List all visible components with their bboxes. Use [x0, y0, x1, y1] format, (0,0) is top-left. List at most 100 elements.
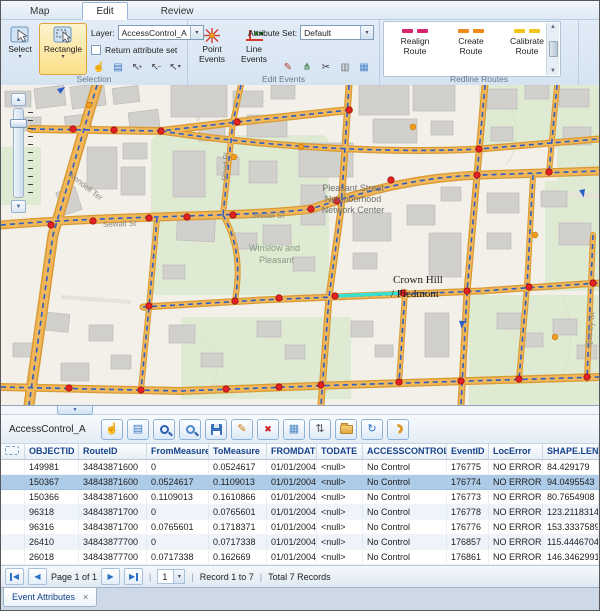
- table-cell[interactable]: 34843871700: [79, 520, 147, 534]
- chevron-down-icon[interactable]: ▾: [360, 26, 373, 39]
- table-cell[interactable]: <null>: [317, 490, 363, 504]
- table-cell[interactable]: 153.3337589: [543, 520, 599, 534]
- table-cell[interactable]: 96318: [25, 505, 79, 519]
- table-cell[interactable]: 01/01/2004: [267, 460, 317, 474]
- attribute-set-combobox[interactable]: Default ▾: [300, 25, 374, 40]
- map-canvas[interactable]: Wendell Ter Reed Pl Sewall St Sewall St …: [1, 85, 599, 405]
- point-events-button[interactable]: Point Events: [192, 23, 232, 75]
- column-header-FROMDATE[interactable]: FROMDATE: [267, 444, 317, 459]
- attributes-form-icon[interactable]: ▥: [337, 60, 353, 75]
- table-cell[interactable]: NO ERROR: [489, 550, 543, 564]
- column-header-TODATE[interactable]: TODATE: [317, 444, 363, 459]
- table-cell[interactable]: 0: [147, 460, 209, 474]
- table-cell[interactable]: [1, 550, 25, 564]
- table-cell[interactable]: NO ERROR: [489, 505, 543, 519]
- previous-page-button[interactable]: ◀: [28, 568, 47, 585]
- table-cell[interactable]: 176775: [447, 460, 489, 474]
- table-row[interactable]: 1499813484387160000.052461701/01/2004<nu…: [1, 460, 599, 475]
- table-cell[interactable]: 176778: [447, 505, 489, 519]
- table-cell[interactable]: [1, 460, 25, 474]
- table-cell[interactable]: 01/01/2004: [267, 550, 317, 564]
- zoom-slider-handle[interactable]: [10, 119, 27, 128]
- table-cell[interactable]: 94.0495543: [543, 475, 599, 489]
- table-row[interactable]: 96316348438717000.07656010.171837101/01/…: [1, 520, 599, 535]
- select-tool-icon[interactable]: ☝: [101, 419, 123, 440]
- table-cell[interactable]: [1, 505, 25, 519]
- select-button[interactable]: Select ▾: [3, 23, 37, 75]
- table-row[interactable]: 963183484387170000.076560101/01/2004<nul…: [1, 505, 599, 520]
- table-row[interactable]: 150367348438716000.05246170.110901301/01…: [1, 475, 599, 490]
- table-cell[interactable]: No Control: [363, 550, 447, 564]
- table-cell[interactable]: 0.1109013: [147, 490, 209, 504]
- table-cell[interactable]: 176861: [447, 550, 489, 564]
- table-cell[interactable]: 176857: [447, 535, 489, 549]
- zoom-in-button[interactable]: ▲: [11, 93, 26, 106]
- show-table-icon[interactable]: ▦: [283, 419, 305, 440]
- table-cell[interactable]: 96316: [25, 520, 79, 534]
- actions-icon[interactable]: [387, 419, 409, 440]
- table-cell[interactable]: No Control: [363, 535, 447, 549]
- table-cell[interactable]: 34843871600: [79, 460, 147, 474]
- table-cell[interactable]: <null>: [317, 520, 363, 534]
- table-cell[interactable]: 176774: [447, 475, 489, 489]
- table-cell[interactable]: No Control: [363, 520, 447, 534]
- table-cell[interactable]: 34843871600: [79, 475, 147, 489]
- table-cell[interactable]: 0: [147, 535, 209, 549]
- map-viewport[interactable]: Wendell Ter Reed Pl Sewall St Sewall St …: [1, 85, 599, 405]
- list-icon[interactable]: ▤: [110, 60, 126, 75]
- pan-to-selection-icon[interactable]: [179, 419, 201, 440]
- scroll-up-icon[interactable]: ▲: [550, 24, 556, 30]
- table-cell[interactable]: 0.1610866: [209, 490, 267, 504]
- table-cell[interactable]: 176776: [447, 520, 489, 534]
- table-cell[interactable]: 01/01/2004: [267, 490, 317, 504]
- table-cell[interactable]: 01/01/2004: [267, 505, 317, 519]
- table-row[interactable]: 264103484387770000.071733801/01/2004<nul…: [1, 535, 599, 550]
- tab-event-attributes[interactable]: Event Attributes ×: [3, 588, 97, 607]
- close-icon[interactable]: ×: [83, 592, 88, 602]
- table-cell[interactable]: 84.429179: [543, 460, 599, 474]
- table-cell[interactable]: 176773: [447, 490, 489, 504]
- table-cell[interactable]: [1, 490, 25, 504]
- table-cell[interactable]: [1, 475, 25, 489]
- next-page-button[interactable]: ▶: [101, 568, 120, 585]
- column-header-EventID[interactable]: EventID: [447, 444, 489, 459]
- column-header-SHAPE.LEN[interactable]: SHAPE.LEN: [543, 444, 599, 459]
- open-icon[interactable]: [335, 419, 357, 440]
- table-cell[interactable]: No Control: [363, 490, 447, 504]
- list-icon[interactable]: ▤: [127, 419, 149, 440]
- chevron-down-icon[interactable]: ▾: [173, 570, 184, 583]
- table-cell[interactable]: 80.7654908: [543, 490, 599, 504]
- column-header-ToMeasure[interactable]: ToMeasure: [209, 444, 267, 459]
- table-cell[interactable]: NO ERROR: [489, 460, 543, 474]
- trim-events-icon[interactable]: ✂: [318, 60, 334, 75]
- select-add-icon[interactable]: ↖+: [129, 60, 145, 75]
- redline-realign-route-button[interactable]: RealignRoute: [388, 25, 442, 56]
- edit-attributes-icon[interactable]: ✎: [231, 419, 253, 440]
- table-cell[interactable]: 0.0524617: [147, 475, 209, 489]
- table-cell[interactable]: NO ERROR: [489, 490, 543, 504]
- select-all-box[interactable]: [5, 446, 19, 455]
- first-page-button[interactable]: ◀: [5, 568, 24, 585]
- column-header-RouteID[interactable]: RouteID: [79, 444, 147, 459]
- return-attribute-set-checkbox[interactable]: [91, 45, 101, 55]
- save-icon[interactable]: [205, 419, 227, 440]
- table-cell[interactable]: 0.0765601: [147, 520, 209, 534]
- table-cell[interactable]: 01/01/2004: [267, 475, 317, 489]
- table-cell[interactable]: 150366: [25, 490, 79, 504]
- select-remove-icon[interactable]: ↖−: [148, 60, 164, 75]
- table-cell[interactable]: 123.2118314: [543, 505, 599, 519]
- table-cell[interactable]: 26410: [25, 535, 79, 549]
- table-row[interactable]: 26018348438777000.07173380.16266901/01/2…: [1, 550, 599, 565]
- table-cell[interactable]: 01/01/2004: [267, 520, 317, 534]
- delete-selected-icon[interactable]: ✖: [257, 419, 279, 440]
- redline-scrollbar[interactable]: ▲ ▼: [546, 23, 559, 75]
- merge-events-icon[interactable]: ⋔: [299, 60, 315, 75]
- table-cell[interactable]: 0.162669: [209, 550, 267, 564]
- table-cell[interactable]: 34843871600: [79, 490, 147, 504]
- table-cell[interactable]: 0.0524617: [209, 460, 267, 474]
- table-cell[interactable]: <null>: [317, 550, 363, 564]
- tab-review[interactable]: Review: [148, 3, 207, 19]
- attributes-grid-icon[interactable]: ▦: [356, 60, 372, 75]
- table-cell[interactable]: 0.0765601: [209, 505, 267, 519]
- refresh-icon[interactable]: ↻: [361, 419, 383, 440]
